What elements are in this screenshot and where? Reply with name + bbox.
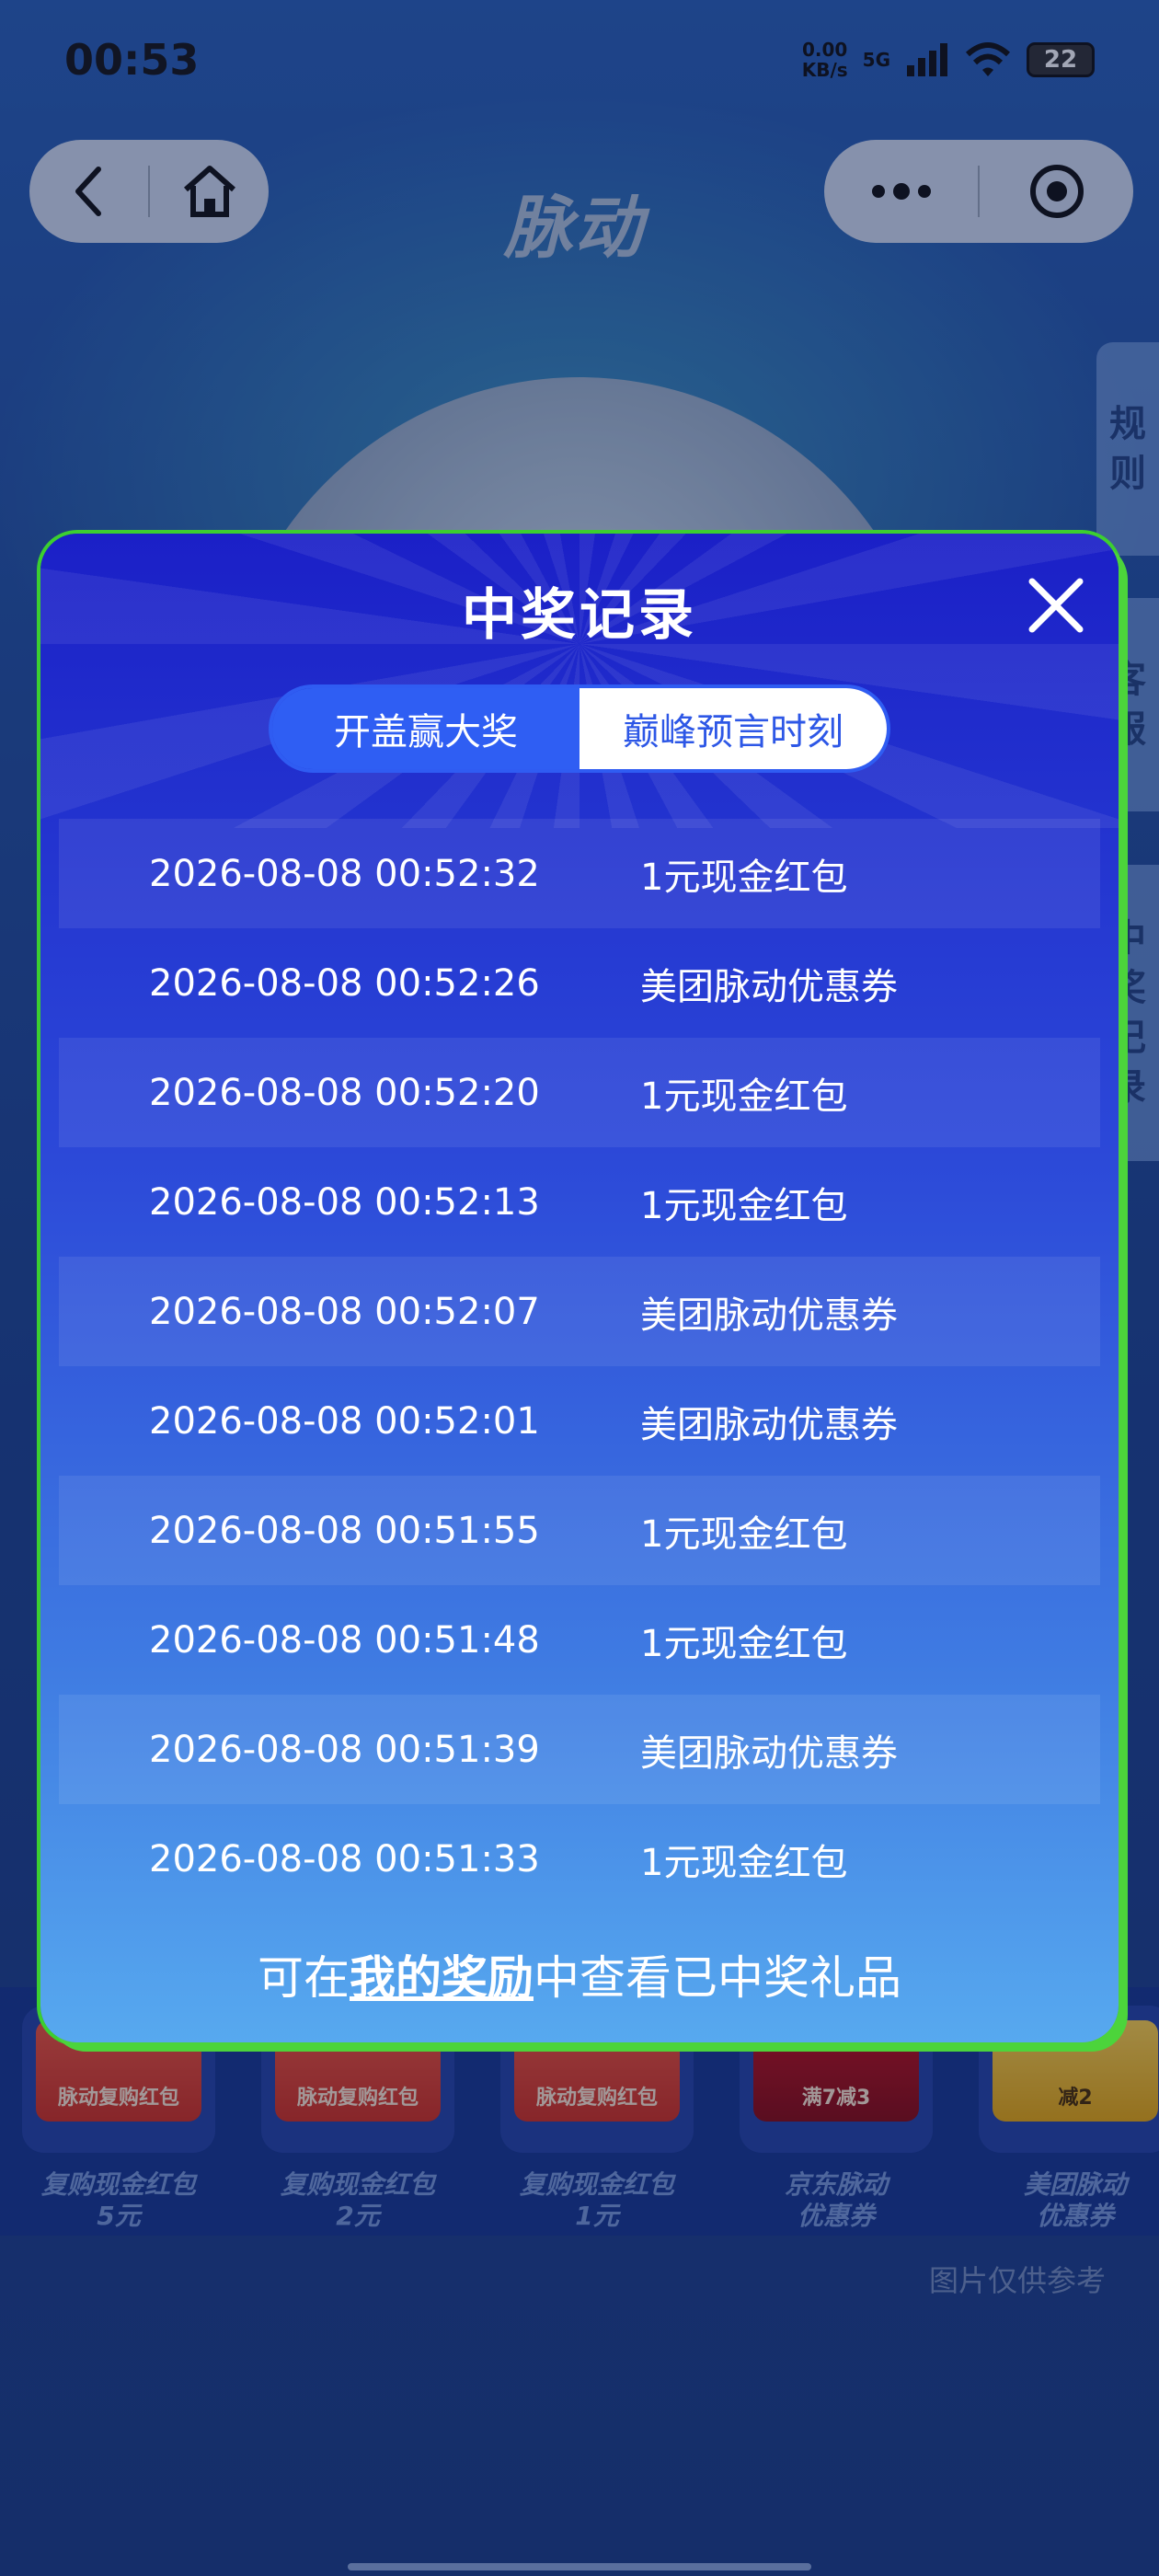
record-prize: 美团脉动优惠券 [640, 965, 898, 1008]
record-prize: 1元现金红包 [640, 1841, 848, 1884]
my-rewards-link[interactable]: 我的奖励 [350, 1951, 534, 2005]
record-time: 2026-08-08 00:51:39 [149, 1728, 540, 1771]
close-icon [1028, 578, 1084, 633]
record-prize: 1元现金红包 [640, 1512, 848, 1556]
record-row: 2026-08-08 00:52:20 1元现金红包 [59, 1038, 1100, 1147]
records-list: 2026-08-08 00:52:32 1元现金红包 2026-08-08 00… [59, 819, 1100, 1914]
record-time: 2026-08-08 00:51:48 [149, 1618, 540, 1662]
record-row: 2026-08-08 00:52:01 美团脉动优惠券 [59, 1366, 1100, 1476]
record-time: 2026-08-08 00:51:33 [149, 1837, 540, 1880]
footer-prefix: 可在 [258, 1951, 350, 2005]
modal-footer-note: 可在我的奖励中查看已中奖礼品 [40, 1941, 1119, 2007]
record-prize: 1元现金红包 [640, 1622, 848, 1665]
record-row: 2026-08-08 00:51:33 1元现金红包 [59, 1804, 1100, 1914]
record-row: 2026-08-08 00:52:26 美团脉动优惠券 [59, 928, 1100, 1038]
record-row: 2026-08-08 00:51:55 1元现金红包 [59, 1476, 1100, 1585]
record-row: 2026-08-08 00:51:48 1元现金红包 [59, 1585, 1100, 1695]
record-row: 2026-08-08 00:52:13 1元现金红包 [59, 1147, 1100, 1257]
tab-peak-prediction[interactable]: 巅峰预言时刻 [580, 688, 887, 769]
record-time: 2026-08-08 00:52:20 [149, 1071, 540, 1114]
prize-records-modal: 中奖记录 开盖赢大奖 巅峰预言时刻 2026-08-08 00:52:32 1元… [40, 534, 1119, 2042]
record-row: 2026-08-08 00:52:32 1元现金红包 [59, 819, 1100, 928]
record-time: 2026-08-08 00:51:55 [149, 1509, 540, 1552]
record-time: 2026-08-08 00:52:32 [149, 852, 540, 895]
record-prize: 1元现金红包 [640, 1075, 848, 1118]
record-time: 2026-08-08 00:52:13 [149, 1180, 540, 1224]
record-prize: 1元现金红包 [640, 856, 848, 899]
record-time: 2026-08-08 00:52:01 [149, 1399, 540, 1443]
record-row: 2026-08-08 00:51:39 美团脉动优惠券 [59, 1695, 1100, 1804]
record-prize: 美团脉动优惠券 [640, 1294, 898, 1337]
record-time: 2026-08-08 00:52:26 [149, 961, 540, 1005]
record-row: 2026-08-08 00:52:07 美团脉动优惠券 [59, 1257, 1100, 1366]
footer-suffix: 中查看已中奖礼品 [534, 1951, 901, 2005]
records-tabs: 开盖赢大奖 巅峰预言时刻 [269, 684, 890, 773]
record-time: 2026-08-08 00:52:07 [149, 1290, 540, 1333]
modal-title: 中奖记录 [462, 583, 697, 648]
modal-close-button[interactable] [1017, 567, 1095, 644]
home-indicator[interactable] [348, 2563, 811, 2570]
record-prize: 美团脉动优惠券 [640, 1731, 898, 1775]
record-prize: 美团脉动优惠券 [640, 1403, 898, 1446]
tab-open-cap-prize[interactable]: 开盖赢大奖 [272, 688, 580, 769]
record-prize: 1元现金红包 [640, 1184, 848, 1227]
